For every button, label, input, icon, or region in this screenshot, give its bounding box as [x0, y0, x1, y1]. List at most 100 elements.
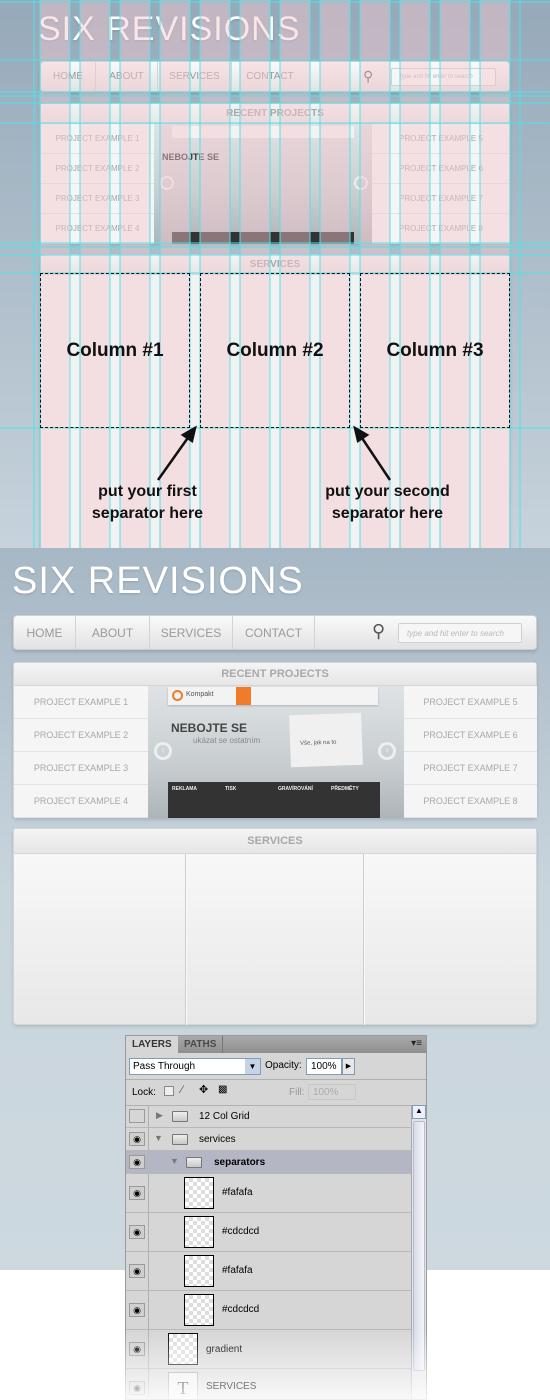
- layer-name: services: [199, 1134, 236, 1145]
- separator-1: [185, 854, 187, 1025]
- scrollbar-thumb[interactable]: [413, 1121, 425, 1371]
- layer-row-gradient[interactable]: ◉ gradient: [126, 1330, 411, 1369]
- layer-name: #cdcdcd: [222, 1226, 260, 1237]
- panel-menu-icon[interactable]: ▾≡: [411, 1038, 422, 1049]
- eye-icon[interactable]: ◉: [129, 1303, 145, 1317]
- layer-thumbnail: [184, 1216, 214, 1248]
- arrow-first-icon: [156, 431, 194, 481]
- layer-row-services-text[interactable]: ◉ T SERVICES: [126, 1369, 411, 1399]
- feature: REKLAMA: [172, 786, 197, 792]
- arrow-second-head-icon: [353, 425, 370, 444]
- layer-row[interactable]: ◉ #cdcdcd: [126, 1213, 411, 1252]
- visibility-toggle-off[interactable]: [129, 1109, 145, 1123]
- layers-panel: LAYERS PATHS ▾≡ Pass Through ▼ Opacity: 1…: [125, 1035, 427, 1400]
- feature: PŘEDMĚTY: [331, 786, 359, 792]
- note-second-separator: put your second separator here: [325, 483, 450, 522]
- blend-mode-select[interactable]: Pass Through ▼: [129, 1058, 261, 1075]
- eye-icon[interactable]: ◉: [129, 1186, 145, 1200]
- slide-header: Kompakt: [168, 687, 378, 705]
- feature: TISK: [225, 786, 237, 792]
- scrollbar[interactable]: ▲: [411, 1105, 426, 1399]
- layer-row-services[interactable]: ◉ ▼ services: [126, 1128, 411, 1151]
- eye-icon[interactable]: ◉: [129, 1342, 145, 1356]
- nav-home[interactable]: HOME: [14, 616, 76, 649]
- lock-all-icon[interactable]: ▩: [218, 1084, 227, 1095]
- layer-thumbnail: [168, 1333, 198, 1365]
- services-panel: SERVICES: [13, 828, 537, 1025]
- slider-prev-button[interactable]: ‹: [154, 742, 172, 760]
- project-link[interactable]: PROJECT EXAMPLE 5: [404, 686, 537, 719]
- layer-name: gradient: [206, 1344, 243, 1355]
- layer-row[interactable]: ◉ #fafafa: [126, 1174, 411, 1213]
- project-link[interactable]: PROJECT EXAMPLE 1: [14, 686, 148, 719]
- project-link[interactable]: PROJECT EXAMPLE 4: [14, 785, 148, 818]
- folder-icon: [172, 1134, 188, 1145]
- blend-mode-value: Pass Through: [133, 1061, 196, 1072]
- collapse-arrow-icon[interactable]: ▼: [154, 1133, 163, 1143]
- services-title: SERVICES: [14, 829, 536, 854]
- slide-sign: Vše, jak na to: [289, 712, 363, 768]
- lock-paint-icon[interactable]: ∕: [181, 1084, 183, 1096]
- layer-row[interactable]: ◉ #cdcdcd: [126, 1291, 411, 1330]
- layer-name: #cdcdcd: [222, 1304, 260, 1315]
- layer-thumbnail: [184, 1294, 214, 1326]
- lock-label: Lock:: [132, 1087, 156, 1098]
- folder-icon: [186, 1157, 202, 1168]
- folder-icon: [172, 1111, 188, 1122]
- expand-arrow-icon[interactable]: ▶: [156, 1110, 163, 1121]
- layer-row[interactable]: ◉ #fafafa: [126, 1252, 411, 1291]
- layer-row-12-col-grid[interactable]: ▶ 12 Col Grid: [126, 1105, 411, 1128]
- eye-icon[interactable]: ◉: [129, 1225, 145, 1239]
- tab-paths[interactable]: PATHS: [178, 1036, 224, 1053]
- grid-mockup: SIX REVISIONS HOME ABOUT SERVICES CONTAC…: [0, 0, 550, 548]
- search-icon[interactable]: ⚲: [372, 621, 385, 642]
- layer-name: SERVICES: [206, 1381, 257, 1392]
- scroll-up-icon[interactable]: ▲: [412, 1105, 426, 1119]
- separator-2: [363, 854, 365, 1025]
- site-title: SIX REVISIONS: [12, 560, 304, 602]
- slide-subline: ukázat se ostatním: [193, 736, 261, 745]
- layer-name: separators: [214, 1157, 266, 1168]
- slide-nav-active: [236, 687, 251, 705]
- kompakt-logo-icon: [172, 690, 183, 701]
- lock-move-icon[interactable]: ✥: [199, 1083, 208, 1096]
- opacity-label: Opacity:: [265, 1060, 302, 1071]
- recent-projects-title: RECENT PROJECTS: [14, 663, 536, 686]
- fill-input: 100%: [308, 1084, 356, 1100]
- slider-next-button[interactable]: ›: [378, 742, 396, 760]
- project-link[interactable]: PROJECT EXAMPLE 8: [404, 785, 537, 818]
- opacity-input[interactable]: 100%: [306, 1058, 342, 1075]
- chevron-down-icon: ▼: [245, 1059, 260, 1074]
- lock-transparency-icon[interactable]: [164, 1086, 174, 1096]
- search-input[interactable]: type and hit enter to search: [398, 623, 522, 643]
- note-first-separator: put your first separator here: [91, 483, 204, 522]
- opacity-slider-button[interactable]: ▶: [342, 1058, 355, 1075]
- nav-about[interactable]: ABOUT: [76, 616, 150, 649]
- slide-features: REKLAMA TISK GRAVÍROVÁNÍ PŘEDMĚTY: [168, 782, 380, 818]
- project-link[interactable]: PROJECT EXAMPLE 7: [404, 752, 537, 785]
- eye-icon[interactable]: ◉: [129, 1155, 145, 1169]
- project-link[interactable]: PROJECT EXAMPLE 3: [14, 752, 148, 785]
- fill-label: Fill:: [289, 1087, 305, 1098]
- eye-icon[interactable]: ◉: [129, 1381, 145, 1395]
- project-link[interactable]: PROJECT EXAMPLE 6: [404, 719, 537, 752]
- nav-services[interactable]: SERVICES: [150, 616, 233, 649]
- tab-layers[interactable]: LAYERS: [126, 1036, 178, 1053]
- layer-row-separators[interactable]: ◉ ▼ separators: [126, 1151, 411, 1174]
- layer-thumbnail: [184, 1255, 214, 1287]
- project-link[interactable]: PROJECT EXAMPLE 2: [14, 719, 148, 752]
- layer-name: #fafafa: [222, 1265, 253, 1276]
- collapse-arrow-icon[interactable]: ▼: [170, 1156, 179, 1166]
- eye-icon[interactable]: ◉: [129, 1264, 145, 1278]
- text-layer-icon: T: [168, 1372, 198, 1399]
- recent-projects-panel: RECENT PROJECTS PROJECT EXAMPLE 1 PROJEC…: [13, 662, 537, 818]
- layer-name: 12 Col Grid: [199, 1111, 250, 1122]
- nav-bar: HOME ABOUT SERVICES CONTACT ⚲ type and h…: [13, 615, 537, 650]
- layer-name: #fafafa: [222, 1187, 253, 1198]
- nav-contact[interactable]: CONTACT: [233, 616, 315, 649]
- project-slider: Kompakt NEBOJTE SE ukázat se ostatním Vš…: [148, 686, 404, 818]
- eye-icon[interactable]: ◉: [129, 1132, 145, 1146]
- arrow-icons: [156, 425, 392, 481]
- feature: GRAVÍROVÁNÍ: [278, 786, 313, 792]
- slide-logo: Kompakt: [186, 691, 214, 698]
